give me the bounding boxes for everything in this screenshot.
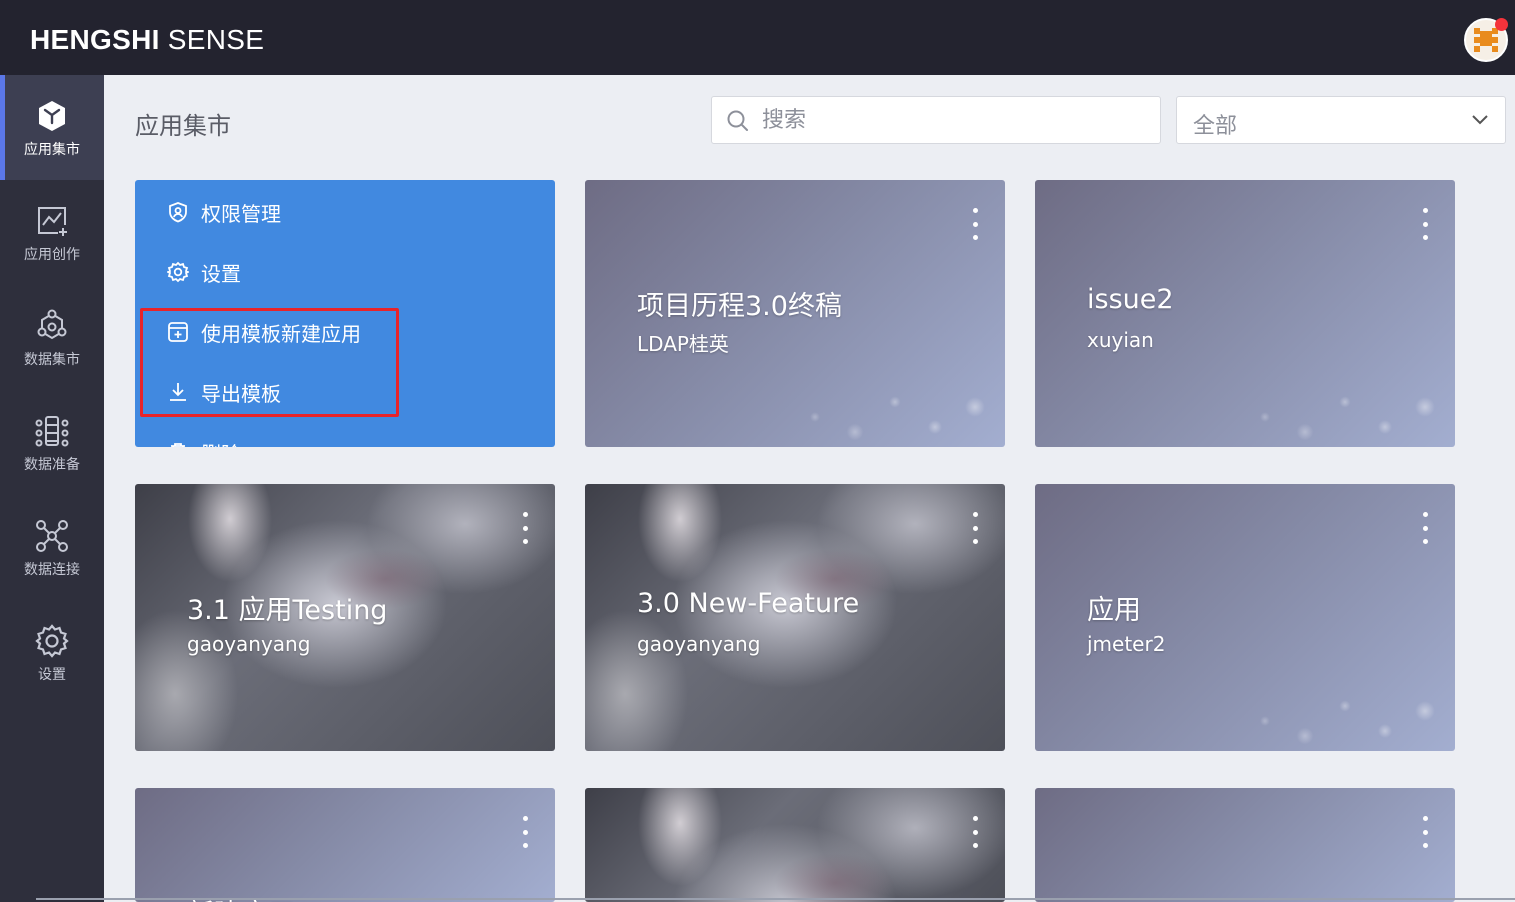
app-card-owner: LDAP桂英 — [637, 332, 729, 356]
more-vertical-icon[interactable] — [965, 812, 985, 852]
app-card-title: 3.0 New-Feature — [637, 588, 860, 619]
app-card[interactable] — [585, 788, 1005, 902]
brand-logo[interactable]: HENGSHI SENSE — [30, 24, 264, 56]
app-card-title: 3.1 应用Testing — [187, 595, 388, 626]
card-texture — [1205, 367, 1455, 447]
more-vertical-icon[interactable] — [515, 508, 535, 548]
hexagon-nodes-icon — [37, 309, 67, 339]
app-card[interactable]: 新建应用 — [135, 788, 555, 902]
more-vertical-icon[interactable] — [1415, 204, 1435, 244]
menu-item-delete[interactable]: 删除 — [167, 432, 241, 447]
data-prep-icon — [35, 415, 69, 446]
app-card[interactable]: 应用 jmeter2 — [1035, 484, 1455, 751]
app-card-title: issue2 — [1087, 284, 1174, 315]
menu-item-label: 导出模板 — [201, 381, 281, 406]
card-texture — [755, 367, 1005, 447]
cube-icon — [39, 100, 65, 131]
app-card-owner: gaoyanyang — [637, 632, 761, 656]
app-card-owner: jmeter2 — [1087, 632, 1166, 656]
sidebar-item-app-market[interactable]: 应用集市 — [0, 75, 104, 180]
sidebar-item-label: 应用集市 — [24, 141, 80, 158]
more-vertical-icon[interactable] — [965, 508, 985, 548]
brand-bold: HENGSHI — [30, 24, 160, 55]
chart-add-icon — [38, 206, 67, 236]
chevron-down-icon — [1472, 115, 1488, 125]
more-vertical-icon[interactable] — [965, 204, 985, 244]
shield-user-icon — [169, 202, 187, 223]
app-card[interactable]: issue2 xuyian — [1035, 180, 1455, 447]
notification-dot — [1495, 18, 1508, 31]
sidebar-item-label: 数据准备 — [24, 456, 80, 473]
page-title: 应用集市 — [135, 112, 231, 140]
app-card-title: 应用 — [1087, 595, 1141, 626]
more-vertical-icon[interactable] — [1415, 508, 1435, 548]
brand-light: SENSE — [159, 24, 265, 55]
sidebar-item-data-market[interactable]: 数据集市 — [0, 285, 104, 390]
delete-icon — [171, 443, 185, 447]
sidebar-item-data-connect[interactable]: 数据连接 — [0, 495, 104, 600]
app-card[interactable]: 3.1 应用Testing gaoyanyang — [135, 484, 555, 751]
gear-icon — [167, 261, 189, 283]
app-card-owner: xuyian — [1087, 328, 1154, 352]
sidebar-item-label: 设置 — [38, 666, 66, 683]
more-vertical-icon[interactable] — [1415, 812, 1435, 852]
sidebar-item-label: 应用创作 — [24, 246, 80, 263]
app-card-owner: gaoyanyang — [187, 632, 311, 656]
menu-item-new-from-template[interactable]: 使用模板新建应用 — [167, 312, 361, 352]
menu-item-settings[interactable]: 设置 — [167, 252, 241, 292]
category-filter-select[interactable]: 全部 — [1176, 96, 1506, 144]
sidebar: 应用集市 应用创作 数据集市 数据准备 数据连接 设置 — [0, 75, 104, 902]
sidebar-item-label: 数据连接 — [24, 561, 80, 578]
gear-icon — [35, 623, 69, 658]
sidebar-item-app-create[interactable]: 应用创作 — [0, 180, 104, 285]
search-box[interactable] — [711, 96, 1161, 144]
sidebar-item-settings[interactable]: 设置 — [0, 600, 104, 705]
app-card[interactable] — [1035, 788, 1455, 902]
top-bar: HENGSHI SENSE — [0, 0, 1515, 75]
card-texture — [1205, 671, 1455, 751]
user-avatar[interactable] — [1464, 18, 1508, 62]
menu-item-label: 删除 — [201, 438, 241, 448]
sidebar-item-label: 数据集市 — [24, 351, 80, 368]
network-icon — [36, 519, 68, 552]
menu-item-label: 权限管理 — [201, 201, 281, 226]
app-card[interactable]: 项目历程3.0终稿 LDAP桂英 — [585, 180, 1005, 447]
more-vertical-icon[interactable] — [515, 812, 535, 852]
filter-selected-value: 全部 — [1193, 114, 1238, 139]
menu-item-label: 使用模板新建应用 — [201, 321, 361, 346]
scroll-edge — [36, 898, 1515, 900]
search-icon — [727, 110, 748, 131]
menu-item-permission[interactable]: 权限管理 — [167, 192, 281, 232]
menu-item-label: 设置 — [201, 261, 241, 286]
sidebar-item-data-prep[interactable]: 数据准备 — [0, 390, 104, 495]
app-card-title: 新建应用 — [187, 892, 295, 902]
template-add-icon — [168, 322, 188, 342]
download-icon — [170, 383, 186, 401]
app-card[interactable]: 3.0 New-Feature gaoyanyang — [585, 484, 1005, 751]
search-input[interactable] — [762, 103, 1142, 137]
app-card-context-menu: 权限管理 设置 使用模板新建应用 导出模板 删除 — [135, 180, 555, 447]
menu-item-export-template[interactable]: 导出模板 — [167, 372, 281, 412]
app-card-title: 项目历程3.0终稿 — [637, 291, 842, 322]
